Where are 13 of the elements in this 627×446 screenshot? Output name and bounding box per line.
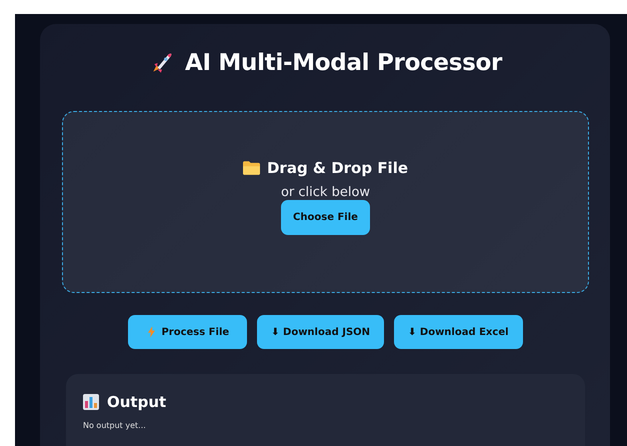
output-heading: Output — [107, 393, 166, 411]
choose-file-button[interactable]: Choose File — [281, 200, 370, 235]
drop-heading: Drag & Drop File — [266, 159, 408, 177]
bar-chart-icon — [83, 394, 99, 410]
app-title: AI Multi-Modal Processor — [184, 50, 502, 76]
lightning-icon — [148, 326, 156, 338]
download-button[interactable]: ⬇ Download Excel — [394, 315, 523, 349]
download-button[interactable]: ⬇ Download JSON — [257, 315, 384, 349]
drop-zone[interactable]: Drag & Drop File or click below Choose File — [62, 111, 589, 293]
folder-icon — [242, 161, 260, 175]
process-file-button[interactable]: Process File — [128, 315, 248, 349]
drop-hint: or click below — [280, 185, 370, 200]
output-text: No output yet... — [83, 421, 147, 430]
